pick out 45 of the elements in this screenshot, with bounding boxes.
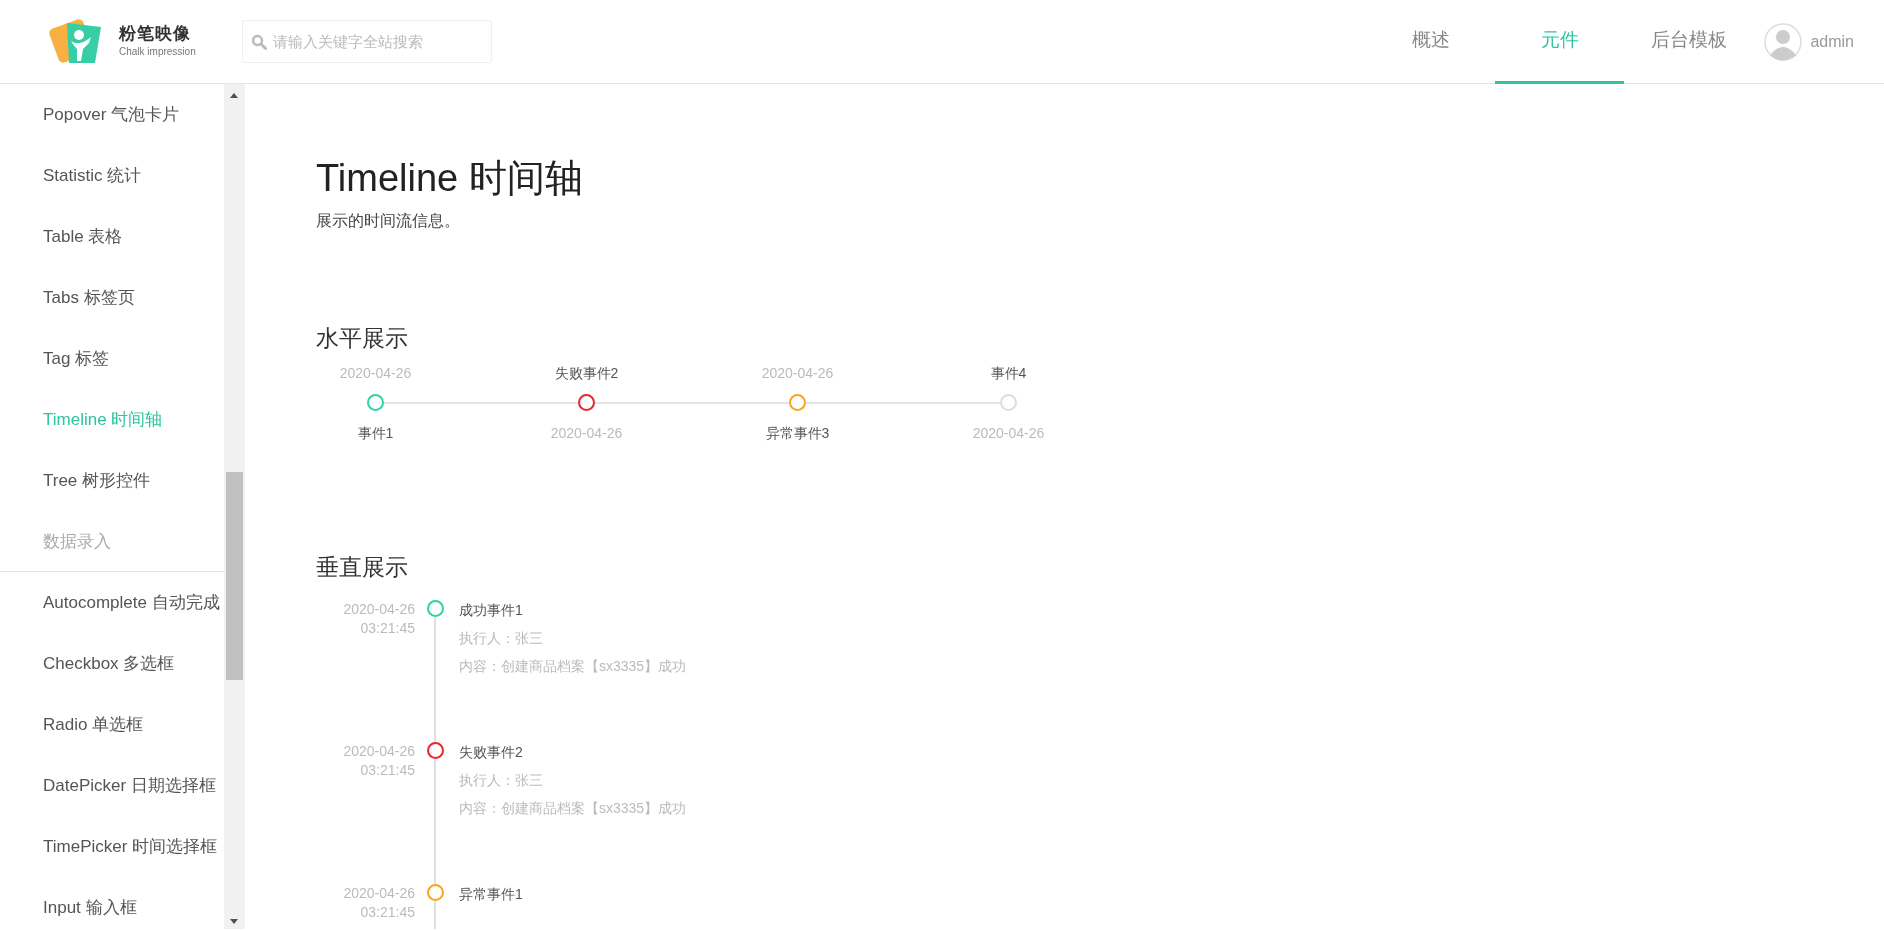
sidebar-item[interactable]: Table 表格 bbox=[0, 206, 224, 267]
nav-tab[interactable]: 概述 bbox=[1366, 0, 1496, 84]
timeline-title: 事件1 bbox=[356, 423, 395, 443]
sidebar-item[interactable]: Input 输入框 bbox=[0, 877, 224, 929]
timeline-title: 事件4 bbox=[989, 363, 1028, 383]
timeline-detail: 内容：创建商品档案【sx3335】成功 bbox=[459, 657, 687, 677]
timeline-date: 2020-04-26 bbox=[760, 363, 835, 383]
timeline-title: 失败事件2 bbox=[553, 363, 620, 383]
sidebar-item[interactable]: Statistic 统计 bbox=[0, 145, 224, 206]
scroll-down-icon[interactable] bbox=[230, 919, 238, 924]
sidebar-item[interactable]: DatePicker 日期选择框 bbox=[0, 755, 224, 816]
timeline-date: 2020-04-26 bbox=[338, 363, 413, 383]
timeline-date: 2020-04-26 bbox=[342, 884, 415, 903]
timeline-title: 异常事件3 bbox=[764, 423, 831, 443]
scrollbar-thumb[interactable] bbox=[226, 472, 243, 680]
brand-tagline: Chalk impression bbox=[119, 45, 196, 60]
timeline-time: 03:21:45 bbox=[359, 618, 415, 637]
timeline-title: 异常事件1 bbox=[459, 885, 523, 905]
sidebar-item[interactable]: Autocomplete 自动完成 bbox=[0, 572, 224, 633]
page-description: 展示的时间流信息。 bbox=[316, 211, 461, 232]
search-field[interactable]: 请输入关键字全站搜索 bbox=[241, 20, 492, 63]
page-title: Timeline 时间轴 bbox=[316, 156, 584, 201]
brand-name: 粉笔映像 bbox=[119, 23, 192, 45]
sidebar-item[interactable]: Tree 树形控件 bbox=[0, 450, 224, 511]
timeline-date: 2020-04-26 bbox=[549, 423, 624, 443]
sidebar-item[interactable]: Tag 标签 bbox=[0, 328, 224, 389]
scrollbar-track[interactable] bbox=[224, 84, 245, 929]
section-heading: 垂直展示 bbox=[316, 552, 409, 582]
timeline-time: 03:21:45 bbox=[359, 902, 415, 921]
sidebar-item[interactable]: Radio 单选框 bbox=[0, 694, 224, 755]
nav-tab[interactable]: 后台模板 bbox=[1624, 0, 1754, 84]
section-heading: 水平展示 bbox=[316, 324, 409, 354]
sidebar-item[interactable]: Popover 气泡卡片 bbox=[0, 84, 224, 145]
sidebar-item[interactable]: Checkbox 多选框 bbox=[0, 633, 224, 694]
timeline-title: 失败事件2 bbox=[459, 743, 524, 763]
sidebar-item[interactable]: TimePicker 时间选择框 bbox=[0, 816, 224, 877]
timeline-date: 2020-04-26 bbox=[342, 742, 415, 761]
avatar-icon[interactable] bbox=[1764, 22, 1803, 61]
timeline-date: 2020-04-26 bbox=[971, 423, 1046, 443]
timeline-title: 成功事件1 bbox=[459, 601, 524, 621]
timeline-time: 03:21:45 bbox=[359, 760, 415, 779]
timeline-date: 2020-04-26 bbox=[342, 600, 415, 619]
timeline-detail: 内容：创建商品档案【sx3335】成功 bbox=[459, 799, 687, 819]
scroll-up-icon[interactable] bbox=[230, 93, 238, 98]
sidebar-item[interactable]: Tabs 标签页 bbox=[0, 267, 224, 328]
